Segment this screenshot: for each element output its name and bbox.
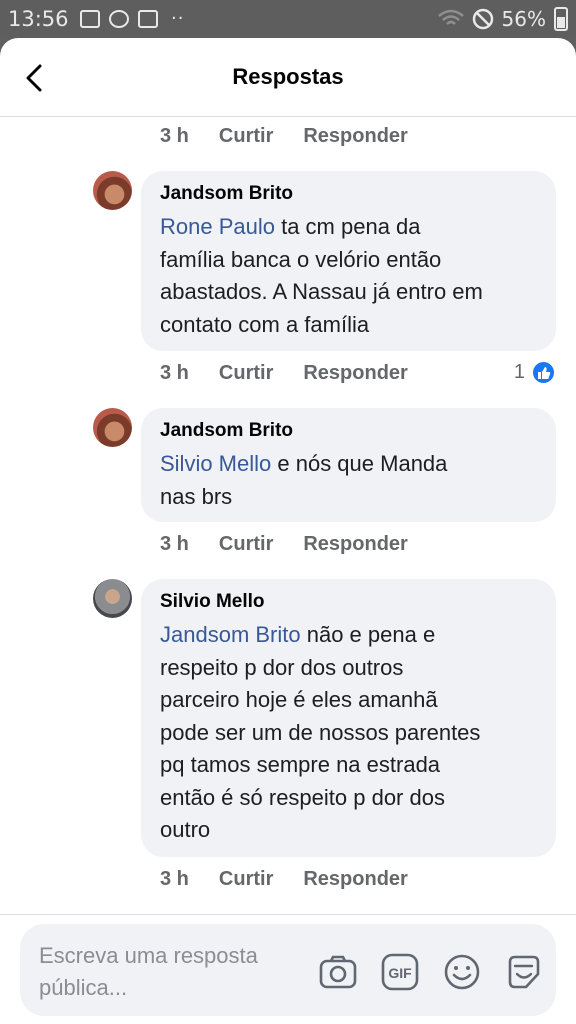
status-time: 13:56 — [8, 7, 69, 31]
smiley-icon[interactable] — [442, 952, 482, 992]
comment-bubble: Jandsom Brito Rone Paulo ta cm pena da f… — [141, 171, 556, 351]
reply-placeholder[interactable]: Escreva uma resposta pública... — [39, 940, 279, 1004]
gif-icon[interactable]: GIF — [380, 952, 420, 992]
svg-text:GIF: GIF — [388, 965, 412, 981]
wifi-icon — [437, 9, 464, 25]
like-button[interactable]: Curtir — [219, 362, 273, 385]
gallery-icon — [80, 9, 100, 28]
reply-input[interactable]: Escreva uma resposta pública... GIF — [20, 924, 556, 1016]
reply-button[interactable]: Responder — [303, 362, 407, 385]
comment-time: 3 h — [160, 868, 189, 890]
sticker-icon[interactable] — [504, 952, 544, 992]
comment-text: Jandsom Brito não e pena e respeito p do… — [160, 619, 538, 847]
comment-body: não e pena e respeito p dor dos outros p… — [160, 622, 481, 842]
comment-actions: 3 h Curtir Responder — [160, 868, 408, 891]
avatar[interactable] — [93, 579, 132, 618]
reaction-number: 1 — [513, 361, 525, 383]
like-button[interactable]: Curtir — [219, 125, 273, 148]
avatar[interactable] — [93, 171, 132, 210]
replies-sheet: Respostas 3 h Curtir Responder Jandsom B… — [0, 38, 576, 1024]
avatar[interactable] — [93, 408, 132, 447]
status-bar: 13:56 ·· 56% — [0, 0, 576, 38]
comment-bubble: Jandsom Brito Silvio Mello e nós que Man… — [141, 408, 556, 522]
more-notifications-icon: ·· — [171, 8, 185, 29]
comment-time: 3 h — [160, 362, 189, 384]
comment-actions: 3 h Curtir Responder — [160, 362, 408, 385]
comment-author[interactable]: Silvio Mello — [160, 591, 538, 613]
comment-text: Rone Paulo ta cm pena da família banca o… — [160, 211, 538, 341]
whatsapp-icon — [109, 9, 129, 28]
reply-button[interactable]: Responder — [303, 533, 407, 556]
battery-icon — [554, 7, 568, 31]
comment-time: 3 h — [160, 125, 189, 147]
comment-actions: 3 h Curtir Responder — [160, 533, 408, 556]
reaction-count[interactable]: 1 — [514, 360, 556, 385]
comment-actions: 3 h Curtir Responder — [160, 125, 408, 148]
do-not-disturb-icon — [472, 8, 493, 30]
mention-link[interactable]: Silvio Mello — [160, 451, 271, 476]
notification-icons: ·· — [80, 8, 184, 29]
reply-button[interactable]: Responder — [303, 868, 407, 891]
thumbs-up-icon — [531, 360, 556, 385]
header: Respostas — [0, 38, 576, 117]
composer-icons: GIF — [318, 952, 544, 992]
comment-author[interactable]: Jandsom Brito — [160, 420, 538, 442]
like-button[interactable]: Curtir — [219, 533, 273, 556]
app-notification-icon — [138, 9, 158, 28]
mention-link[interactable]: Rone Paulo — [160, 214, 275, 239]
reply-button[interactable]: Responder — [303, 125, 407, 148]
page-title: Respostas — [232, 64, 344, 89]
comment-author[interactable]: Jandsom Brito — [160, 183, 538, 205]
comment-text: Silvio Mello e nós que Manda nas brs — [160, 448, 538, 513]
status-right: 56% — [437, 7, 568, 31]
camera-icon[interactable] — [318, 952, 358, 992]
mention-link[interactable]: Jandsom Brito — [160, 622, 301, 647]
comment-time: 3 h — [160, 533, 189, 555]
comment-bubble: Silvio Mello Jandsom Brito não e pena e … — [141, 579, 556, 857]
battery-percent: 56% — [501, 7, 546, 31]
reply-composer: Escreva uma resposta pública... GIF — [0, 914, 576, 1024]
like-button[interactable]: Curtir — [219, 868, 273, 891]
